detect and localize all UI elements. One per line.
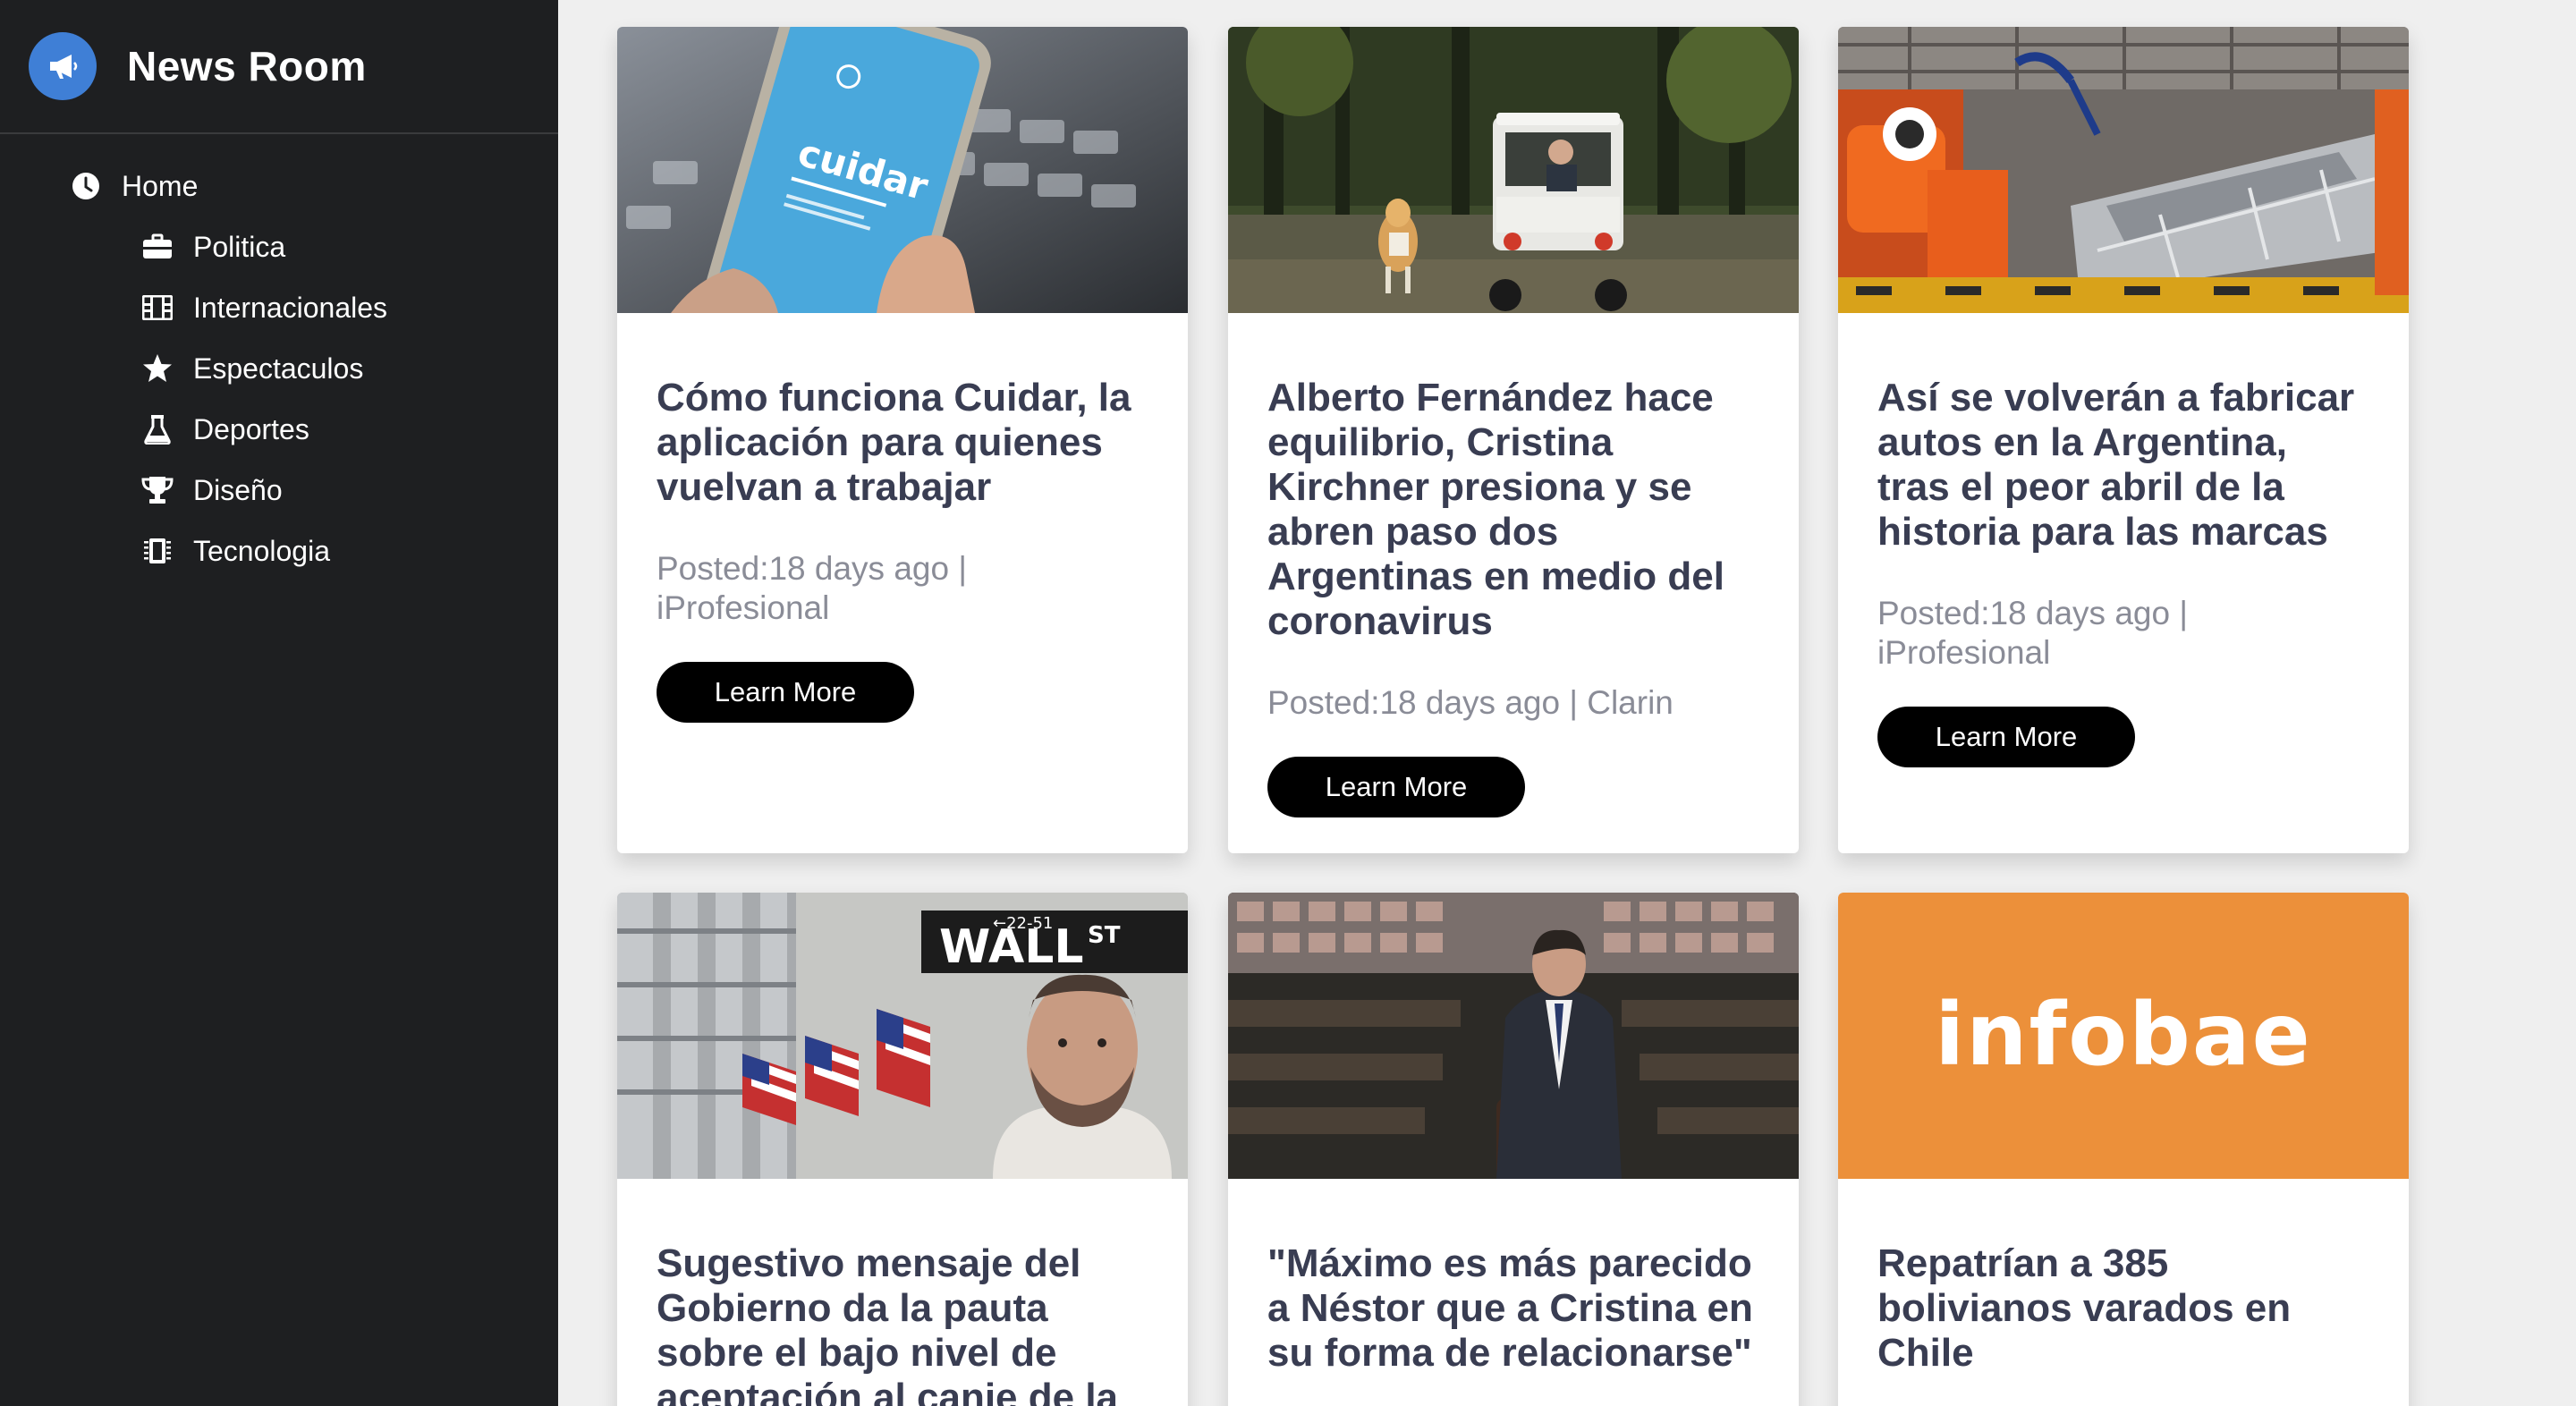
news-image[interactable] [1228,27,1799,313]
news-title[interactable]: Sugestivo mensaje del Gobierno da la pau… [657,1241,1148,1406]
sidebar-item-deportes[interactable]: Deportes [0,399,558,460]
sidebar-item-politica[interactable]: Politica [0,216,558,277]
news-image[interactable] [1228,893,1799,1179]
sidebar-item-label: Espectaculos [193,352,364,385]
news-card: Así se volverán a fabricar autos en la A… [1838,27,2409,853]
sidebar-item-diseno[interactable]: Diseño [0,460,558,521]
wall-street-sign-st: ST [1088,922,1121,949]
news-image[interactable] [1838,27,2409,313]
sidebar-item-label: Tecnologia [193,534,330,567]
news-grid: cuidar Cómo funciona Cuidar, la aplicaci… [558,0,2576,1406]
sidebar-item-home[interactable]: Home [0,156,558,216]
sidebar: News Room Home Politica Internacionales … [0,0,558,1406]
news-title[interactable]: Repatrían a 385 bolivianos varados en Ch… [1877,1241,2369,1376]
app-title: News Room [127,43,367,89]
clock-icon [70,170,102,202]
news-card: cuidar Cómo funciona Cuidar, la aplicaci… [617,27,1188,853]
learn-more-button[interactable]: Learn More [657,662,914,723]
learn-more-button[interactable]: Learn More [1877,707,2135,767]
news-title[interactable]: Así se volverán a fabricar autos en la A… [1877,376,2369,555]
news-meta: Posted:18 days ago | Clarin [1267,684,1674,721]
news-image[interactable]: cuidar [617,27,1188,313]
sidebar-item-internacionales[interactable]: Internacionales [0,277,558,338]
sidebar-item-label: Internacionales [193,291,388,324]
briefcase-icon [141,231,174,263]
news-image[interactable]: WALL ST ←22-51 [617,893,1188,1179]
sidebar-item-label: Diseño [193,473,283,506]
news-card: Alberto Fernández hace equilibrio, Crist… [1228,27,1799,853]
news-title[interactable]: "Máximo es más parecido a Néstor que a C… [1267,1241,1759,1376]
chip-icon [141,535,174,567]
news-title[interactable]: Alberto Fernández hace equilibrio, Crist… [1267,376,1759,644]
learn-more-button[interactable]: Learn More [1267,757,1525,817]
news-card: "Máximo es más parecido a Néstor que a C… [1228,893,1799,1406]
flask-icon [141,413,174,445]
sidebar-item-label: Home [122,169,199,202]
brand-header: News Room [0,0,558,134]
news-meta: Posted:18 days ago | iProfesional [657,550,967,626]
news-card: infobae Repatrían a 385 bolivianos varad… [1838,893,2409,1406]
megaphone-icon[interactable] [29,32,97,100]
sidebar-nav: Home Politica Internacionales Espectacul… [0,134,558,581]
news-card: WALL ST ←22-51 Sugestivo mensaje del Gob… [617,893,1188,1406]
film-icon [141,292,174,324]
infobae-logo-text: infobae [1935,985,2312,1085]
star-icon [141,352,174,385]
sidebar-item-tecnologia[interactable]: Tecnologia [0,521,558,581]
news-image[interactable]: infobae [1838,893,2409,1179]
trophy-icon [141,474,174,506]
sidebar-item-espectaculos[interactable]: Espectaculos [0,338,558,399]
news-meta: Posted:18 days ago | iProfesional [1877,595,2188,671]
news-title[interactable]: Cómo funciona Cuidar, la aplicación para… [657,376,1148,510]
wall-street-sign-number: ←22-51 [993,914,1053,933]
sidebar-item-label: Politica [193,230,286,263]
sidebar-item-label: Deportes [193,412,309,445]
